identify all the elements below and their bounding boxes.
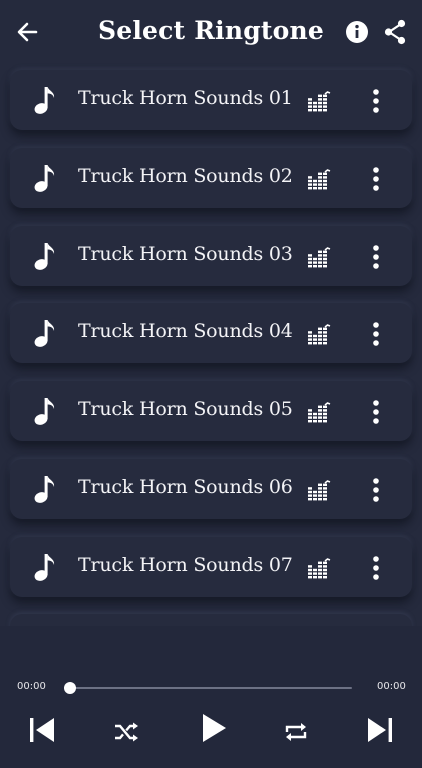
more-options-icon[interactable] — [368, 555, 384, 581]
equalizer-icon[interactable] — [307, 557, 331, 579]
music-note-icon — [32, 395, 56, 427]
ringtone-item[interactable]: Truck Horn Sounds 04 — [10, 303, 412, 364]
play-button[interactable] — [200, 712, 228, 744]
repeat-button[interactable] — [283, 720, 309, 744]
more-options-icon[interactable] — [368, 166, 384, 192]
ringtone-label: Truck Horn Sounds 01 — [78, 87, 293, 109]
music-note-icon — [32, 551, 56, 583]
shuffle-button[interactable] — [113, 721, 139, 743]
total-time: 00:00 — [377, 681, 406, 692]
equalizer-icon[interactable] — [307, 90, 331, 112]
ringtone-item[interactable]: Truck Horn Sounds 06 — [10, 459, 412, 519]
equalizer-icon[interactable] — [307, 401, 331, 423]
more-options-icon[interactable] — [368, 399, 384, 425]
ringtone-label: Truck Horn Sounds 04 — [78, 320, 293, 343]
music-note-icon — [32, 162, 56, 194]
audio-player: 00:00 00:00 — [0, 626, 422, 768]
current-time: 00:00 — [17, 681, 46, 692]
ringtone-label: Truck Horn Sounds 02 — [78, 164, 293, 187]
equalizer-icon[interactable] — [307, 168, 331, 190]
ringtone-item[interactable]: Truck Horn Sounds 03 — [10, 225, 412, 286]
previous-button[interactable] — [28, 716, 56, 744]
ringtone-label: Truck Horn Sounds 05 — [78, 398, 293, 421]
ringtone-label: Truck Horn Sounds 06 — [78, 476, 293, 498]
play-icon — [203, 714, 226, 742]
ringtone-label: Truck Horn Sounds 03 — [78, 242, 293, 265]
equalizer-icon[interactable] — [307, 246, 331, 268]
equalizer-icon[interactable] — [307, 479, 331, 501]
ringtone-item[interactable]: Truck Horn Sounds 07 — [10, 536, 412, 597]
ringtone-item[interactable]: Truck Horn Sounds 02 — [10, 147, 412, 208]
equalizer-icon[interactable] — [307, 323, 331, 345]
next-button[interactable] — [366, 716, 394, 744]
seek-bar[interactable] — [70, 687, 352, 689]
app-header: Select Ringtone — [0, 0, 422, 64]
repeat-icon — [285, 723, 307, 741]
info-button[interactable] — [345, 20, 369, 44]
more-options-icon[interactable] — [368, 321, 384, 347]
music-note-icon — [32, 317, 56, 349]
share-icon — [384, 19, 406, 45]
more-options-icon[interactable] — [368, 88, 384, 114]
music-note-icon — [32, 473, 56, 505]
skip-previous-icon — [30, 718, 54, 742]
shuffle-icon — [115, 722, 138, 742]
more-options-icon[interactable] — [368, 244, 384, 270]
seek-thumb[interactable] — [64, 682, 76, 694]
share-button[interactable] — [383, 19, 407, 45]
info-icon — [346, 21, 368, 43]
ringtone-item[interactable]: Truck Horn Sounds 01 — [10, 70, 412, 130]
more-options-icon[interactable] — [368, 477, 384, 503]
music-note-icon — [32, 84, 56, 116]
music-note-icon — [32, 240, 56, 272]
ringtone-item[interactable]: Truck Horn Sounds 05 — [10, 381, 412, 442]
ringtone-label: Truck Horn Sounds 07 — [78, 553, 293, 576]
skip-next-icon — [368, 718, 392, 742]
